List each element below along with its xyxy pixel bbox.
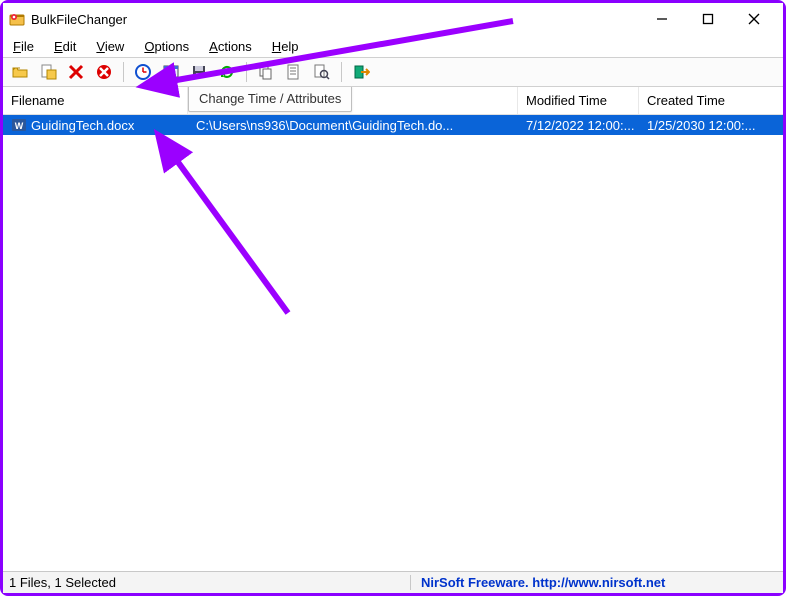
save-icon[interactable] [188, 61, 210, 83]
table-row[interactable]: W GuidingTech.docx C:\Users\ns936\Docume… [3, 115, 783, 135]
refresh-icon[interactable] [216, 61, 238, 83]
menu-edit[interactable]: Edit [44, 37, 86, 56]
menubar: File Edit View Options Actions Help [3, 35, 783, 57]
menu-view[interactable]: View [86, 37, 134, 56]
folder-open-icon[interactable] [9, 61, 31, 83]
add-file-icon[interactable] [37, 61, 59, 83]
app-window: BulkFileChanger File Edit View Options A… [3, 3, 783, 593]
menu-options[interactable]: Options [134, 37, 199, 56]
menu-file[interactable]: File [9, 37, 44, 56]
copy-icon[interactable] [255, 61, 277, 83]
explorer-icon[interactable] [160, 61, 182, 83]
remove-all-red-circle-icon[interactable] [93, 61, 115, 83]
statusbar: 1 Files, 1 Selected NirSoft Freeware. ht… [3, 571, 783, 593]
clock-icon[interactable] [132, 61, 154, 83]
find-icon[interactable] [311, 61, 333, 83]
maximize-button[interactable] [685, 5, 731, 33]
filename-text: GuidingTech.docx [31, 118, 134, 133]
cell-fullpath: C:\Users\ns936\Document\GuidingTech.do..… [188, 118, 518, 133]
cell-filename: W GuidingTech.docx [3, 117, 188, 133]
column-headers: Filename Change Time / Attributes Modifi… [3, 87, 783, 115]
window-controls [639, 5, 777, 33]
header-fullpath[interactable]: Change Time / Attributes [188, 87, 518, 114]
properties-icon[interactable] [283, 61, 305, 83]
docx-file-icon: W [11, 117, 27, 133]
cell-modified: 7/12/2022 12:00:... [518, 118, 639, 133]
file-list[interactable]: W GuidingTech.docx C:\Users\ns936\Docume… [3, 115, 783, 571]
status-file-count: 1 Files, 1 Selected [3, 575, 411, 590]
menu-help[interactable]: Help [262, 37, 309, 56]
app-icon [9, 11, 25, 27]
minimize-button[interactable] [639, 5, 685, 33]
status-nirsoft-link[interactable]: NirSoft Freeware. http://www.nirsoft.net [411, 575, 783, 590]
toolbar [3, 57, 783, 87]
toolbar-separator [123, 62, 124, 82]
exit-icon[interactable] [350, 61, 372, 83]
svg-text:W: W [15, 121, 24, 131]
titlebar: BulkFileChanger [3, 3, 783, 35]
toolbar-separator [341, 62, 342, 82]
header-modified-time[interactable]: Modified Time [518, 87, 639, 114]
close-button[interactable] [731, 5, 777, 33]
toolbar-separator [246, 62, 247, 82]
header-filename[interactable]: Filename [3, 87, 188, 114]
remove-red-x-icon[interactable] [65, 61, 87, 83]
header-created-time[interactable]: Created Time [639, 87, 783, 114]
window-title: BulkFileChanger [31, 12, 127, 27]
menu-actions[interactable]: Actions [199, 37, 262, 56]
tooltip-change-time: Change Time / Attributes [188, 87, 352, 112]
cell-created: 1/25/2030 12:00:... [639, 118, 783, 133]
